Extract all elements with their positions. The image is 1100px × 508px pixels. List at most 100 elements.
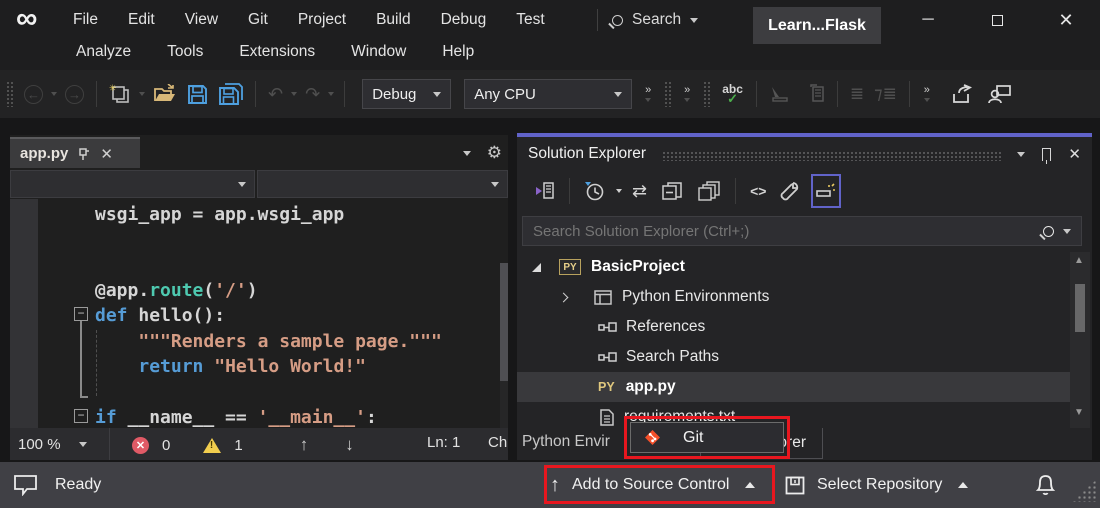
- tree-row-app-py[interactable]: PY app.py: [517, 372, 1070, 402]
- panel-drag-grip[interactable]: [662, 151, 1003, 161]
- close-tab-icon[interactable]: ✕: [100, 145, 113, 163]
- zoom-selector[interactable]: 100 %: [10, 428, 110, 460]
- menu-analyze[interactable]: Analyze: [58, 39, 149, 65]
- feedback-bubble-icon[interactable]: [13, 474, 38, 496]
- maximize-button[interactable]: [974, 0, 1020, 40]
- menu-edit[interactable]: Edit: [113, 7, 170, 33]
- spell-check-icon[interactable]: abc✓: [722, 85, 743, 104]
- scrollbar-thumb[interactable]: [500, 263, 508, 381]
- solution-name-badge[interactable]: Learn...Flask: [753, 7, 881, 44]
- switch-views-icon[interactable]: [533, 181, 555, 201]
- navigate-back-button[interactable]: ←: [24, 85, 43, 104]
- toolbar-overflow-button[interactable]: »: [642, 87, 654, 102]
- collapse-all-icon[interactable]: [661, 181, 683, 201]
- scroll-down-icon[interactable]: ▼: [1074, 407, 1084, 418]
- warning-icon[interactable]: [203, 438, 221, 453]
- window-position-dropdown-icon[interactable]: [1017, 152, 1025, 157]
- indent-icon[interactable]: ⁊≣: [874, 84, 897, 104]
- toolbar-overflow-button[interactable]: »: [921, 87, 933, 102]
- editor-options-gear-icon[interactable]: ⚙: [487, 143, 502, 163]
- menu-debug[interactable]: Debug: [426, 7, 502, 33]
- menu-file[interactable]: File: [58, 7, 113, 33]
- editor-vertical-scrollbar[interactable]: [500, 263, 508, 428]
- tab-python-environments[interactable]: Python Envir: [522, 433, 624, 451]
- tree-row-references[interactable]: References: [517, 312, 1070, 342]
- solution-platforms-combobox[interactable]: Any CPU: [464, 79, 632, 109]
- next-issue-arrow-icon[interactable]: ↓: [345, 435, 354, 455]
- tree-row-basicproject[interactable]: PY BasicProject: [517, 252, 1070, 282]
- prev-issue-arrow-icon[interactable]: ↑: [300, 435, 309, 455]
- tree-label: Python Environments: [622, 288, 769, 306]
- properties-wrench-icon[interactable]: [780, 181, 800, 201]
- copy-structure-icon[interactable]: [803, 84, 825, 104]
- menu-tools[interactable]: Tools: [149, 39, 221, 65]
- toolbar-grip[interactable]: [6, 81, 13, 107]
- show-all-files-icon[interactable]: [697, 181, 721, 201]
- menu-window[interactable]: Window: [333, 39, 424, 65]
- tree-row-search-paths[interactable]: Search Paths: [517, 342, 1070, 372]
- toolbar-overflow-button[interactable]: »: [681, 87, 693, 102]
- nav-member-dropdown[interactable]: [257, 170, 508, 198]
- feedback-icon[interactable]: [988, 84, 1012, 104]
- navigate-back-dropdown-icon[interactable]: [51, 92, 57, 96]
- new-project-button[interactable]: ✳: [109, 84, 131, 104]
- navigate-forward-button[interactable]: →: [65, 85, 84, 104]
- breakpoint-gutter[interactable]: [10, 199, 38, 428]
- menu-extensions[interactable]: Extensions: [221, 39, 333, 65]
- menu-test[interactable]: Test: [501, 7, 559, 33]
- git-menu-popup[interactable]: Git: [630, 422, 784, 453]
- tree-vertical-scrollbar[interactable]: ▲ ▼: [1070, 252, 1090, 428]
- expander-open-icon[interactable]: [532, 263, 541, 272]
- menu-view[interactable]: View: [170, 7, 233, 33]
- scroll-up-icon[interactable]: ▲: [1074, 255, 1084, 266]
- menu-project[interactable]: Project: [283, 7, 361, 33]
- fold-collapse-icon[interactable]: −: [74, 409, 88, 423]
- notifications-bell-icon[interactable]: [1034, 473, 1057, 497]
- menu-help[interactable]: Help: [424, 39, 492, 65]
- tree-row-requirements-txt[interactable]: requirements.txt: [517, 402, 1070, 428]
- pending-changes-filter-icon[interactable]: [584, 181, 606, 201]
- undo-button[interactable]: ↶: [268, 84, 283, 105]
- unindent-icon[interactable]: ≣: [850, 84, 864, 104]
- filter-dropdown-icon[interactable]: [616, 189, 622, 193]
- save-button[interactable]: [187, 84, 208, 105]
- solution-explorer-search[interactable]: [522, 216, 1082, 246]
- code-editor-surface[interactable]: wsgi_app = app.wsgi_app @app.route('/') …: [10, 199, 508, 428]
- view-code-icon[interactable]: <>: [750, 183, 766, 199]
- share-icon[interactable]: [951, 84, 975, 104]
- annotation-highlight-add-to-source-control: [544, 465, 775, 504]
- tab-app-py[interactable]: app.py ✕: [10, 137, 140, 168]
- menu-build[interactable]: Build: [361, 7, 425, 33]
- close-button[interactable]: ✕: [1043, 0, 1089, 40]
- save-all-button[interactable]: [218, 83, 243, 105]
- close-panel-icon[interactable]: ✕: [1068, 145, 1081, 163]
- scrollbar-thumb[interactable]: [1075, 284, 1085, 332]
- global-search[interactable]: Search: [612, 6, 698, 34]
- pin-icon[interactable]: [1042, 148, 1051, 161]
- fold-collapse-icon[interactable]: −: [74, 307, 88, 321]
- search-options-dropdown-icon[interactable]: [1063, 229, 1071, 234]
- search-dropdown-icon[interactable]: [690, 18, 698, 23]
- redo-dropdown-icon[interactable]: [328, 92, 334, 96]
- undo-dropdown-icon[interactable]: [291, 92, 297, 96]
- toolbar-grip[interactable]: [664, 81, 671, 107]
- minimize-button[interactable]: ─: [905, 0, 951, 40]
- attach-to-process-icon[interactable]: [769, 85, 793, 103]
- solution-configurations-combobox[interactable]: Debug: [362, 79, 451, 109]
- open-file-button[interactable]: [153, 84, 177, 104]
- menu-git[interactable]: Git: [233, 7, 283, 33]
- error-icon[interactable]: ✕: [132, 437, 149, 454]
- search-input[interactable]: [533, 223, 1043, 240]
- toolbar-grip[interactable]: [703, 81, 710, 107]
- active-files-dropdown-icon[interactable]: [463, 151, 471, 156]
- new-project-dropdown-icon[interactable]: [139, 92, 145, 96]
- sync-with-active-document-icon[interactable]: ⇄: [632, 181, 647, 202]
- preview-selected-items-toggle[interactable]: [811, 174, 841, 208]
- select-repository-button[interactable]: Select Repository: [785, 462, 968, 508]
- expander-closed-icon[interactable]: [559, 292, 569, 302]
- tree-row-python-environments[interactable]: Python Environments: [517, 282, 1070, 312]
- redo-button[interactable]: ↷: [305, 84, 320, 105]
- toolbar-separator: [96, 81, 97, 107]
- pin-icon[interactable]: [78, 147, 90, 161]
- nav-scope-dropdown[interactable]: [10, 170, 255, 198]
